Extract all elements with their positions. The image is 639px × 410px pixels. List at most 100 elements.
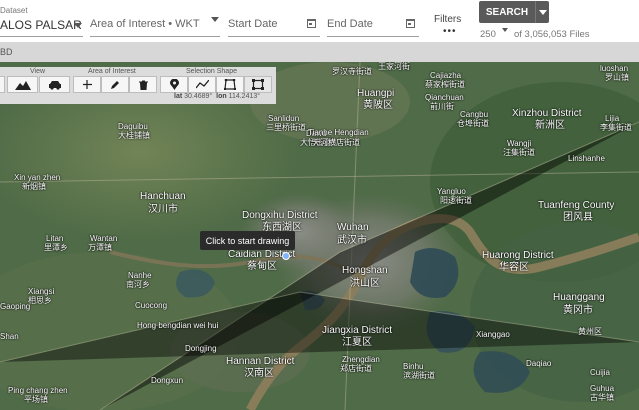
map-label: Nanhe — [128, 271, 152, 280]
map-label: Wangji — [507, 139, 532, 148]
search-button[interactable]: SEARCH — [479, 1, 535, 23]
map-label: Huangpi — [357, 88, 395, 99]
aoi-placeholder: Area of Interest • WKT — [90, 18, 200, 30]
shape-line-button[interactable] — [188, 76, 216, 93]
map-label: 南河乡 — [126, 280, 150, 289]
map-label: Xianggao — [476, 330, 510, 339]
chevron-down-icon — [539, 10, 547, 15]
map-label: 郑店街道 — [340, 364, 372, 373]
results-count-select[interactable]: 250 — [480, 29, 496, 40]
map-label: 新洲区 — [535, 120, 565, 131]
map-label: 蔡甸区 — [247, 261, 277, 272]
map-label: Guhua — [590, 384, 615, 393]
map-label: Litan — [46, 234, 64, 243]
map-label: luoshan — [600, 64, 629, 73]
search-options-button[interactable] — [535, 1, 549, 23]
lat-value: 30.4689° — [184, 93, 213, 100]
map-label: 王家河街 — [378, 62, 410, 71]
end-date-placeholder: End Date — [327, 18, 373, 30]
map-label: 罗汉寺街道 — [332, 67, 372, 76]
pencil-icon — [111, 80, 119, 89]
map-label: 平场镇 — [24, 395, 48, 404]
toolbar-group-selection: Selection Shape — [186, 68, 237, 75]
map-label: 黄冈市 — [563, 305, 593, 316]
map-label: 汉川市 — [148, 204, 178, 215]
view-car-button[interactable] — [39, 76, 70, 93]
map-label: Xiangsi — [28, 287, 55, 296]
map-label: 天河横店街道 — [312, 138, 360, 147]
map-label: Zhengdian — [342, 355, 380, 364]
map-label: Hong bengdian wei hui — [137, 321, 219, 330]
chevron-down-icon[interactable] — [502, 28, 508, 32]
shape-point-button[interactable] — [160, 76, 188, 93]
map-label: Linshanhe — [568, 154, 605, 163]
map-label: 蔡家榨街道 — [425, 80, 465, 89]
trash-icon — [138, 80, 148, 90]
map-label: Lijia — [605, 114, 620, 123]
map-label: 黄陂区 — [363, 100, 393, 111]
map-label: 古华镇 — [590, 393, 614, 402]
search-header: Dataset ALOS PALSAR Area of Interest • W… — [0, 0, 639, 42]
aoi-edit-button[interactable] — [101, 76, 129, 93]
aoi-delete-button[interactable] — [129, 76, 157, 93]
results-strip-text: BD — [0, 47, 13, 57]
map-label: 阳逻街道 — [440, 196, 472, 205]
map-label: Dongjing — [185, 344, 217, 353]
plus-icon — [82, 80, 92, 89]
more-icon[interactable]: ••• — [443, 26, 457, 37]
aoi-input[interactable]: Area of Interest • WKT — [90, 0, 220, 38]
start-date-placeholder: Start Date — [228, 18, 278, 30]
map-label: Xin yan zhen — [14, 173, 61, 182]
map-label: Cuijia — [590, 368, 611, 377]
polyline-icon — [195, 80, 209, 89]
map-label: 汉南区 — [244, 368, 274, 379]
map-label: 大桂铺镇 — [118, 131, 150, 140]
map-label: Daqiao — [526, 359, 552, 368]
end-date-input[interactable]: End Date — [327, 0, 419, 38]
lat-label: lat — [174, 93, 183, 100]
mountain-icon — [14, 80, 31, 90]
map-label: 江夏区 — [342, 337, 372, 348]
map-label: 仓埠街道 — [457, 119, 489, 128]
map-label: Tianhe Hengdian — [308, 128, 369, 137]
car-icon — [48, 80, 61, 90]
aoi-add-button[interactable] — [73, 76, 101, 93]
view-map-button[interactable] — [0, 76, 5, 93]
dataset-select[interactable]: Dataset ALOS PALSAR — [0, 0, 84, 38]
map-label: Yangluo — [437, 187, 466, 196]
map-label: Jiangxia District — [322, 325, 393, 336]
map-label: Wantan — [90, 234, 118, 243]
map-label: Ping chang zhen — [8, 386, 68, 395]
map-label: Huarong District — [482, 250, 554, 261]
map-label: 汪集街道 — [503, 148, 535, 157]
chevron-down-icon — [211, 17, 219, 22]
view-terrain-button[interactable] — [7, 76, 38, 93]
map-label: Hanchuan — [140, 191, 186, 202]
chevron-down-icon — [74, 23, 82, 28]
map-label: 相思乡 — [28, 296, 52, 305]
map-label: Xinzhou District — [512, 108, 582, 119]
start-date-input[interactable]: Start Date — [228, 0, 320, 38]
dataset-label: Dataset — [0, 6, 28, 15]
polygon-icon — [224, 79, 236, 90]
shape-polygon-button[interactable] — [216, 76, 244, 93]
map-label: Daguibu — [118, 122, 148, 131]
map-label: 滨湖街道 — [403, 371, 435, 380]
map-label: Qianchuan — [425, 93, 464, 102]
calendar-icon[interactable] — [406, 19, 415, 28]
shape-box-button[interactable] — [244, 76, 272, 93]
draw-tooltip: Click to start drawing — [200, 231, 295, 250]
map-label: 三里桥街道 — [266, 123, 306, 132]
map-view[interactable]: 罗汉寺街道 王家河街 luoshan 罗山镇 Cajiazha 蔡家榨街道 Hu… — [0, 62, 639, 410]
map-label: Sanlidun — [268, 114, 300, 123]
map-pin-icon — [169, 79, 179, 90]
map-label: Dongxihu District — [242, 210, 318, 221]
map-label: Cangbu — [460, 110, 489, 119]
map-label: Cuocong — [135, 301, 168, 310]
map-label: 新烟镇 — [22, 182, 46, 191]
filters-button[interactable]: Filters — [434, 14, 461, 25]
map-label: Hongshan — [342, 265, 388, 276]
map-label: 前川街 — [430, 102, 454, 111]
calendar-icon[interactable] — [307, 19, 316, 28]
results-strip: BD — [0, 42, 639, 62]
